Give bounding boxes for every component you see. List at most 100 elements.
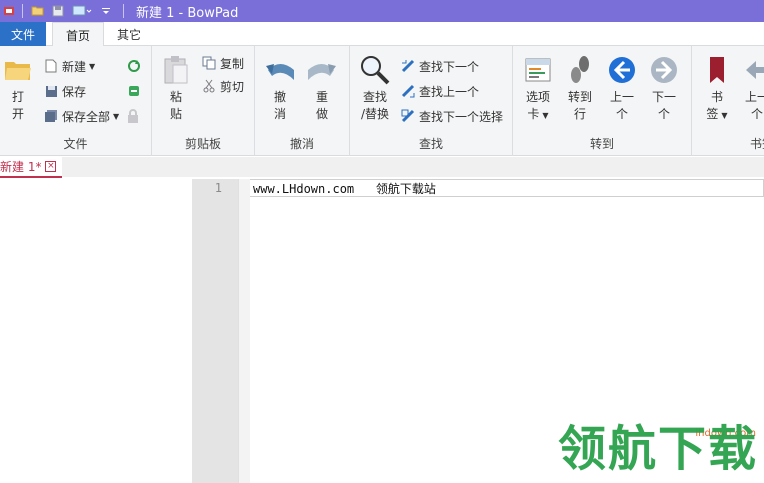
scissors-icon — [201, 78, 217, 94]
goto-next-label-1: 下一 — [651, 90, 676, 104]
find-next-selection-button[interactable]: 查找下一个选择 — [400, 105, 503, 127]
new-button[interactable]: 新建 ▼ — [43, 55, 95, 77]
goto-prev-label-1: 上一 — [609, 90, 634, 104]
goto-prev-label-2: 个 — [615, 107, 628, 121]
line-number-gutter — [192, 179, 240, 483]
tab-other[interactable]: 其它 — [104, 22, 154, 46]
bookmark-label-1: 书 — [710, 90, 723, 104]
cut-button[interactable]: 剪切 — [201, 75, 244, 97]
sync-icon[interactable] — [126, 80, 142, 102]
magnifier-icon — [359, 54, 391, 86]
save-label: 保存 — [62, 84, 87, 99]
copy-icon — [201, 55, 217, 71]
app-icon[interactable] — [2, 4, 16, 18]
find-prev-label: 查找上一个 — [419, 84, 480, 99]
bookmark-prev-icon — [741, 54, 764, 86]
undo-group-label: 撤消 — [289, 137, 314, 151]
find-next-button[interactable]: 查找下一个 — [400, 55, 479, 77]
copy-button[interactable]: 复制 — [201, 52, 244, 74]
bookmark-label-2-wrap: 签 ▼ — [706, 106, 727, 124]
titlebar-separator — [22, 4, 23, 18]
close-tab-icon[interactable]: × — [45, 161, 57, 172]
new-dropdown-icon: ▼ — [89, 61, 96, 71]
undo-label-1: 撤 — [273, 90, 286, 104]
copy-label: 复制 — [220, 56, 245, 71]
goto-group: 选项 卡 ▼ 转到 行 上一 个 下一 个 转到 — [513, 46, 692, 156]
find-replace-label-2: /替换 — [360, 107, 390, 121]
tabs-label-2-wrap: 卡 ▼ — [527, 106, 548, 124]
line-number: 1 — [214, 181, 222, 195]
new-label: 新建 — [62, 59, 87, 74]
customize-quick-access-icon[interactable] — [97, 2, 115, 20]
screen-icon[interactable] — [69, 2, 95, 20]
open-folder-large-icon — [2, 54, 34, 86]
find-selection-icon — [400, 108, 416, 124]
save-all-dropdown-icon: ▼ — [113, 111, 120, 121]
paste-button[interactable]: 粘 贴 — [160, 54, 192, 123]
redo-label-1: 重 — [315, 90, 328, 104]
reload-icon[interactable] — [126, 55, 142, 77]
bookmark-group: 书 签▼ 上一 个 书签 — [692, 46, 764, 156]
fold-margin — [238, 179, 250, 483]
arrow-left-circle-icon — [606, 54, 638, 86]
paste-label-1: 粘 — [169, 90, 182, 104]
goto-prev-button[interactable]: 上一 个 — [605, 54, 639, 123]
clipboard-group-label: 剪贴板 — [184, 137, 221, 151]
find-group: 查找 /替换 查找下一个 查找上一个 查找下一个选择 查找 — [350, 46, 513, 156]
open-folder-icon[interactable] — [29, 2, 47, 20]
paste-icon — [160, 54, 192, 86]
redo-button[interactable]: 重 做 — [305, 54, 339, 123]
find-prev-button[interactable]: 查找上一个 — [400, 80, 479, 102]
bookmark-dropdown-icon: ▼ — [721, 111, 728, 120]
bookmark-prev-label-2: 个 — [750, 107, 763, 121]
document-tab-bar: 新建 1* × — [0, 157, 764, 179]
tab-home[interactable]: 首页 — [52, 22, 105, 47]
undo-icon — [264, 54, 296, 86]
save-button[interactable]: 保存 — [43, 80, 86, 102]
goto-line-button[interactable]: 转到 行 — [563, 54, 597, 123]
file-group-label: 文件 — [63, 137, 88, 151]
bookmark-prev-button[interactable]: 上一 个 — [740, 54, 764, 123]
find-next-label: 查找下一个 — [419, 59, 480, 74]
open-label-1: 打 — [11, 90, 24, 104]
file-group: 打 开 新建 ▼ 保存 保存全部 ▼ 文件 — [0, 46, 152, 156]
doc-tab-label: 新建 1* — [0, 160, 42, 174]
undo-label-2: 消 — [273, 107, 286, 121]
bookmark-prev-label-1: 上一 — [744, 90, 764, 104]
save-small-icon — [43, 83, 59, 99]
watermark-logo: 领航下载 — [557, 421, 758, 477]
bookmark-group-label: 书签 — [749, 137, 764, 151]
find-next-icon — [400, 58, 416, 74]
save-all-label: 保存全部 — [62, 109, 111, 124]
save-all-button[interactable]: 保存全部 ▼ — [43, 105, 119, 127]
lock-icon[interactable] — [126, 105, 140, 127]
undo-group: 撤 消 重 做 撤消 — [255, 46, 350, 156]
goto-next-button[interactable]: 下一 个 — [647, 54, 681, 123]
open-label-2: 开 — [11, 107, 24, 121]
undo-button[interactable]: 撤 消 — [263, 54, 297, 123]
ribbon: 打 开 新建 ▼ 保存 保存全部 ▼ 文件 粘 贴 复制 剪切 剪贴板 撤 消 … — [0, 46, 764, 156]
goto-group-label: 转到 — [589, 137, 614, 151]
bookmark-icon — [701, 54, 733, 86]
title-bar: 新建 1 - BowPad — [0, 0, 764, 22]
clipboard-group: 粘 贴 复制 剪切 剪贴板 — [152, 46, 255, 156]
titlebar-separator-2 — [123, 4, 124, 18]
tabs-label-2: 卡 — [527, 107, 540, 121]
ribbon-tabs: 文件 首页 其它 — [0, 22, 764, 47]
doc-tab-new-1[interactable]: 新建 1* × — [0, 157, 62, 178]
save-icon[interactable] — [49, 2, 67, 20]
bookmark-label-2: 签 — [706, 107, 719, 121]
tabs-label-1: 选项 — [525, 90, 550, 104]
tabs-button[interactable]: 选项 卡 ▼ — [521, 54, 555, 124]
editor-line-text[interactable]: www.LHdown.com 领航下载站 — [253, 180, 436, 197]
redo-label-2: 做 — [315, 107, 328, 121]
redo-icon — [306, 54, 338, 86]
open-button[interactable]: 打 开 — [2, 54, 34, 123]
find-next-selection-label: 查找下一个选择 — [419, 109, 504, 124]
goto-line-label-1: 转到 — [567, 90, 592, 104]
find-replace-button[interactable]: 查找 /替换 — [358, 54, 392, 123]
tab-file[interactable]: 文件 — [0, 22, 46, 46]
bookmark-button[interactable]: 书 签 ▼ — [700, 54, 734, 124]
goto-next-label-2: 个 — [657, 107, 670, 121]
tabs-dropdown-icon: ▼ — [542, 111, 549, 120]
